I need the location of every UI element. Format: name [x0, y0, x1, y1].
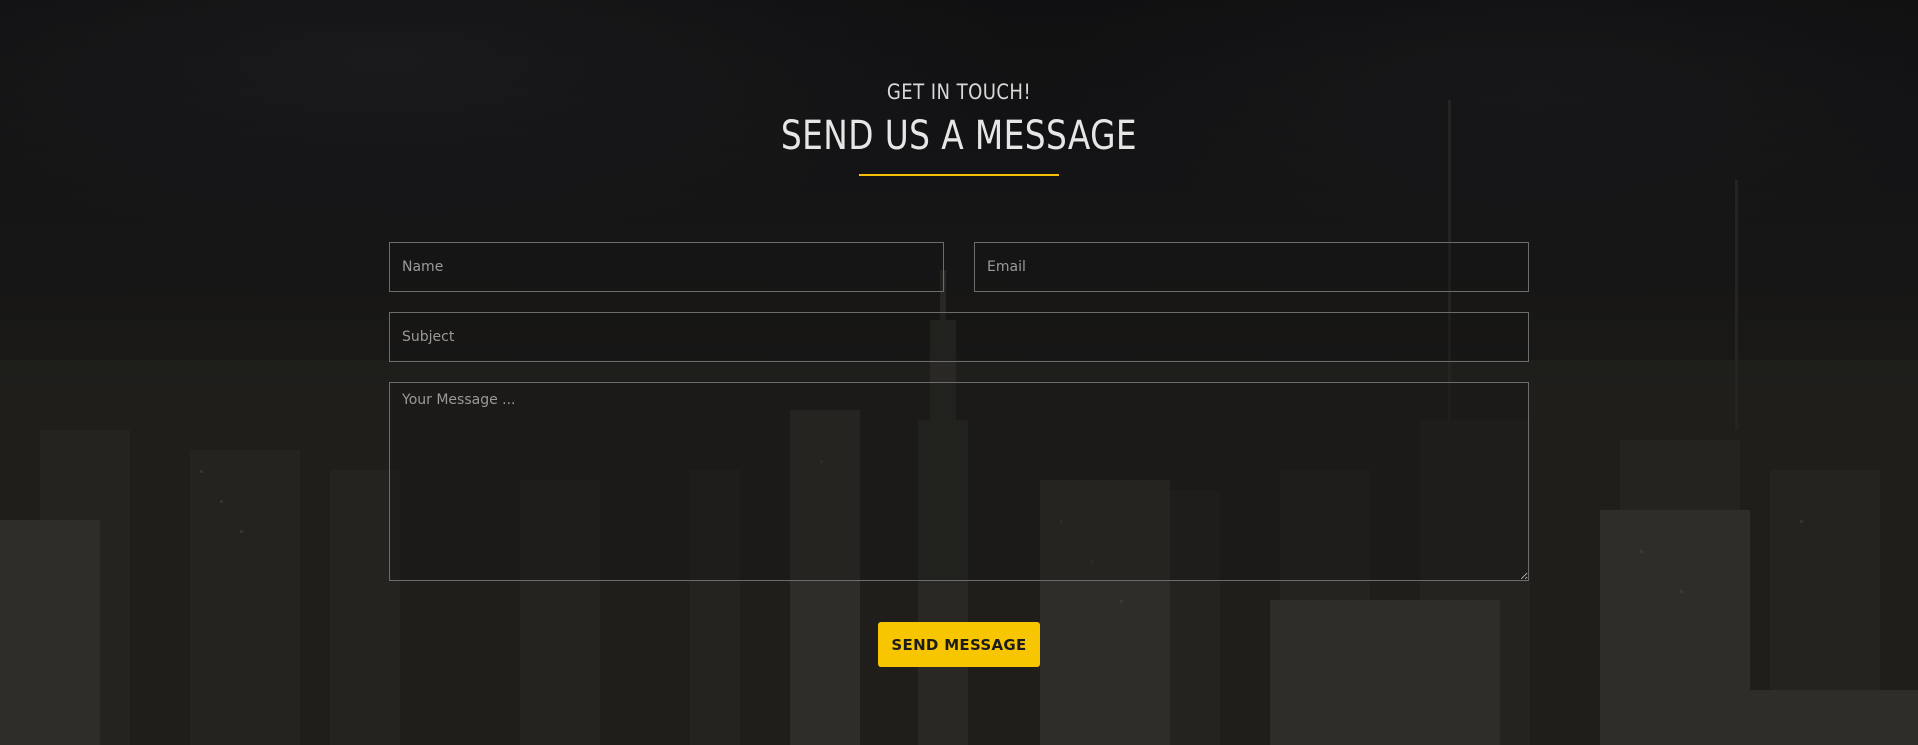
- section-eyebrow: GET IN TOUCH!: [886, 80, 1032, 104]
- contact-section: GET IN TOUCH! SEND US A MESSAGE SEND MES…: [0, 0, 1918, 745]
- name-input[interactable]: [389, 242, 944, 292]
- title-underline: [859, 174, 1059, 176]
- section-title: SEND US A MESSAGE: [780, 113, 1138, 159]
- subject-input[interactable]: [389, 312, 1529, 362]
- send-message-button[interactable]: SEND MESSAGE: [878, 622, 1040, 667]
- message-textarea[interactable]: [389, 382, 1529, 581]
- email-input[interactable]: [974, 242, 1529, 292]
